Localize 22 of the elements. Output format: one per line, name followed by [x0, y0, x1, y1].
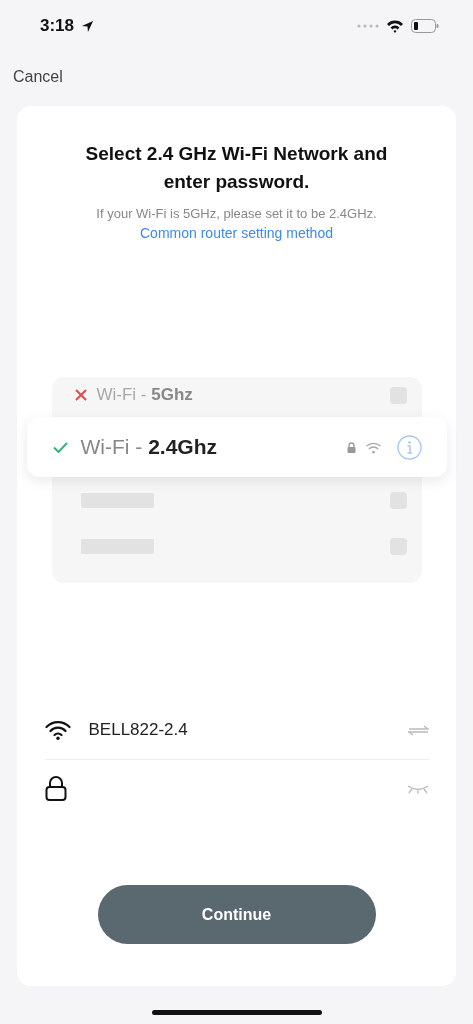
- cross-icon: [74, 389, 87, 401]
- router-setting-link[interactable]: Common router setting method: [140, 225, 333, 241]
- page-title: Select 2.4 GHz Wi-Fi Network and enter password.: [84, 142, 389, 194]
- check-icon: [52, 441, 68, 453]
- battery-icon: [411, 19, 439, 33]
- lock-icon: [44, 776, 67, 802]
- closed-eye-icon[interactable]: [406, 784, 429, 794]
- hint-text: If your Wi-Fi is 5GHz, please set it to be 2.4GHz.: [96, 206, 377, 221]
- continue-button[interactable]: Continue: [97, 885, 376, 944]
- switch-arrows-icon[interactable]: [407, 724, 429, 736]
- cancel-link[interactable]: Cancel: [13, 68, 63, 86]
- network-name-field[interactable]: BELL822-2.4: [88, 716, 390, 744]
- info-icon: [396, 434, 422, 460]
- lock-icon: [346, 441, 356, 453]
- location-arrow-icon: [81, 19, 95, 33]
- signal-dots-icon: [357, 24, 379, 28]
- network-label: Wi-Fi - 2.4Ghz: [80, 435, 217, 459]
- wifi-icon: [44, 720, 71, 740]
- status-time: 3:18: [40, 16, 75, 36]
- wifi-icon: [386, 19, 404, 33]
- network-label: Wi-Fi - 5Ghz: [96, 385, 193, 405]
- wifi-icon: [364, 440, 382, 454]
